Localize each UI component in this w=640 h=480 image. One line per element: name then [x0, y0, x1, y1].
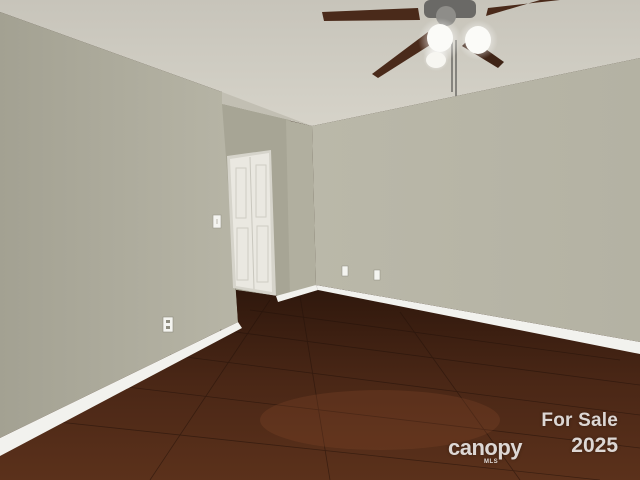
light-switch[interactable] [212, 214, 222, 229]
wall-outlet-left [162, 316, 174, 333]
wall-outlet-center [341, 265, 349, 277]
watermark-brand: canopy [448, 435, 523, 460]
watermark-year: 2025 [571, 434, 618, 457]
hallway-corner-wall [286, 120, 316, 298]
listing-watermark: For Sale canopy MLS 2025 [448, 410, 618, 466]
bedroom-photo: For Sale canopy MLS 2025 [0, 0, 640, 480]
watermark-mls: MLS [484, 459, 499, 465]
watermark-for-sale: For Sale [541, 410, 618, 431]
closet-door[interactable] [227, 150, 276, 296]
wall-outlet-right [373, 269, 381, 281]
